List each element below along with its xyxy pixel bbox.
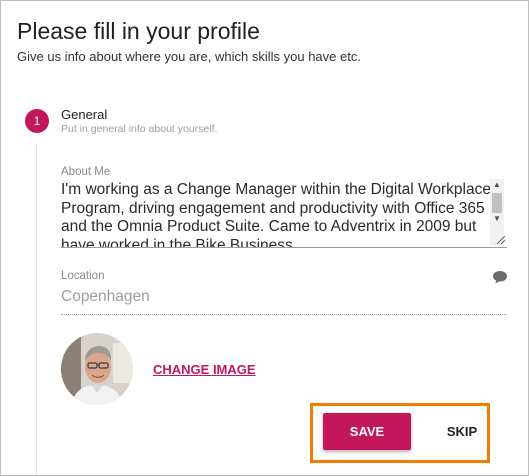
about-me-underline bbox=[61, 247, 507, 248]
about-me-textarea[interactable]: I'm working as a Change Manager within t… bbox=[61, 181, 507, 247]
page-subtitle: Give us info about where you are, which … bbox=[17, 49, 361, 64]
save-button[interactable]: SAVE bbox=[323, 413, 411, 450]
profile-dialog: Please fill in your profile Give us info… bbox=[0, 0, 529, 476]
step-title: General bbox=[61, 107, 108, 122]
location-label: Location bbox=[61, 270, 105, 282]
scroll-up-icon[interactable]: ▲ bbox=[490, 179, 504, 191]
avatar bbox=[61, 333, 133, 405]
about-me-text: I'm working as a Change Manager within t… bbox=[61, 181, 491, 247]
comment-icon[interactable] bbox=[492, 269, 508, 285]
scroll-thumb[interactable] bbox=[492, 193, 502, 213]
resize-grip-icon[interactable] bbox=[495, 234, 506, 245]
change-image-link[interactable]: CHANGE IMAGE bbox=[153, 362, 256, 377]
step-number-badge: 1 bbox=[25, 109, 49, 133]
avatar-photo-icon bbox=[61, 333, 133, 405]
scroll-down-icon[interactable]: ▼ bbox=[490, 213, 504, 225]
location-input[interactable]: Copenhagen bbox=[61, 288, 150, 306]
page-title: Please fill in your profile bbox=[17, 18, 260, 44]
location-underline bbox=[61, 314, 507, 315]
about-me-label: About Me bbox=[61, 166, 111, 178]
skip-button[interactable]: SKIP bbox=[437, 413, 487, 450]
step-description: Put in general info about yourself. bbox=[61, 123, 218, 135]
step-connector-line bbox=[36, 144, 37, 475]
